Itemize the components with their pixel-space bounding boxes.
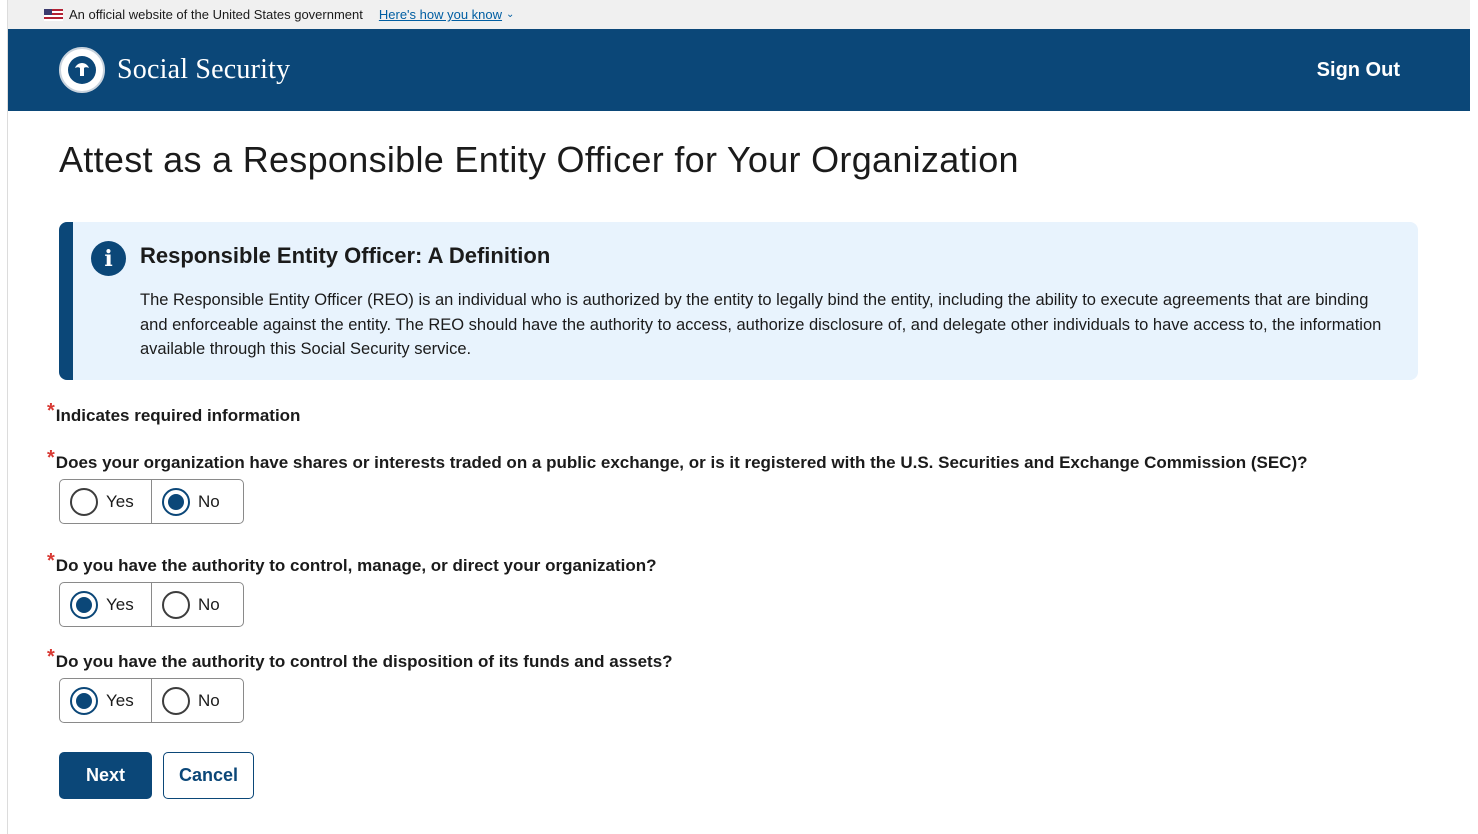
radio-button-selected[interactable] [70, 590, 98, 619]
required-asterisk: * [47, 550, 55, 572]
alert-body: The Responsible Entity Officer (REO) is … [140, 291, 1382, 358]
radio-option-yes[interactable]: Yes [60, 480, 151, 523]
brand-name[interactable]: Social Security [117, 54, 290, 86]
radio-option-no[interactable]: No [151, 583, 243, 626]
radio-button[interactable] [162, 590, 190, 619]
radio-option-yes[interactable]: Yes [60, 679, 151, 722]
radio-group-sec-registered: Yes No [59, 479, 244, 524]
radio-label: No [198, 491, 220, 511]
next-button[interactable]: Next [59, 752, 152, 799]
radio-button-selected[interactable] [70, 686, 98, 715]
question-funds-assets: *Do you have the authority to control th… [47, 646, 673, 673]
question-control-organization: *Do you have the authority to control, m… [47, 550, 657, 577]
radio-label: No [198, 690, 220, 710]
gov-banner-text: An official website of the United States… [69, 7, 363, 22]
ssa-seal-icon[interactable] [59, 47, 105, 93]
chevron-down-icon[interactable]: ⌄ [506, 9, 514, 20]
required-note: *Indicates required information [47, 400, 301, 427]
question-text: Do you have the authority to control the… [55, 652, 673, 671]
radio-label: Yes [106, 491, 134, 511]
radio-button[interactable] [162, 686, 190, 715]
gov-banner: An official website of the United States… [8, 0, 1470, 29]
question-text: Do you have the authority to control, ma… [55, 556, 657, 575]
radio-group-funds-assets: Yes No [59, 678, 244, 723]
cancel-button[interactable]: Cancel [163, 752, 254, 799]
radio-option-no[interactable]: No [151, 480, 243, 523]
required-note-text: Indicates required information [55, 406, 301, 425]
info-alert: i Responsible Entity Officer: A Definiti… [59, 222, 1418, 380]
radio-label: Yes [106, 594, 134, 614]
us-flag-icon [44, 8, 63, 21]
question-sec-registered: *Does your organization have shares or i… [47, 447, 1308, 474]
required-asterisk: * [47, 400, 55, 422]
radio-option-no[interactable]: No [151, 679, 243, 722]
radio-option-yes[interactable]: Yes [60, 583, 151, 626]
info-icon: i [91, 241, 126, 276]
radio-button[interactable] [70, 487, 98, 516]
page-title: Attest as a Responsible Entity Officer f… [59, 139, 1019, 180]
radio-button-selected[interactable] [162, 487, 190, 516]
page-left-border [7, 0, 8, 834]
radio-group-control-organization: Yes No [59, 582, 244, 627]
heres-how-you-know-link[interactable]: Here's how you know [379, 7, 502, 22]
required-asterisk: * [47, 646, 55, 668]
required-asterisk: * [47, 447, 55, 469]
radio-label: Yes [106, 690, 134, 710]
question-text: Does your organization have shares or in… [55, 453, 1308, 472]
radio-label: No [198, 594, 220, 614]
alert-heading: Responsible Entity Officer: A Definition [140, 243, 551, 268]
site-header: Social Security Sign Out [8, 29, 1470, 111]
sign-out-link[interactable]: Sign Out [1317, 29, 1400, 111]
